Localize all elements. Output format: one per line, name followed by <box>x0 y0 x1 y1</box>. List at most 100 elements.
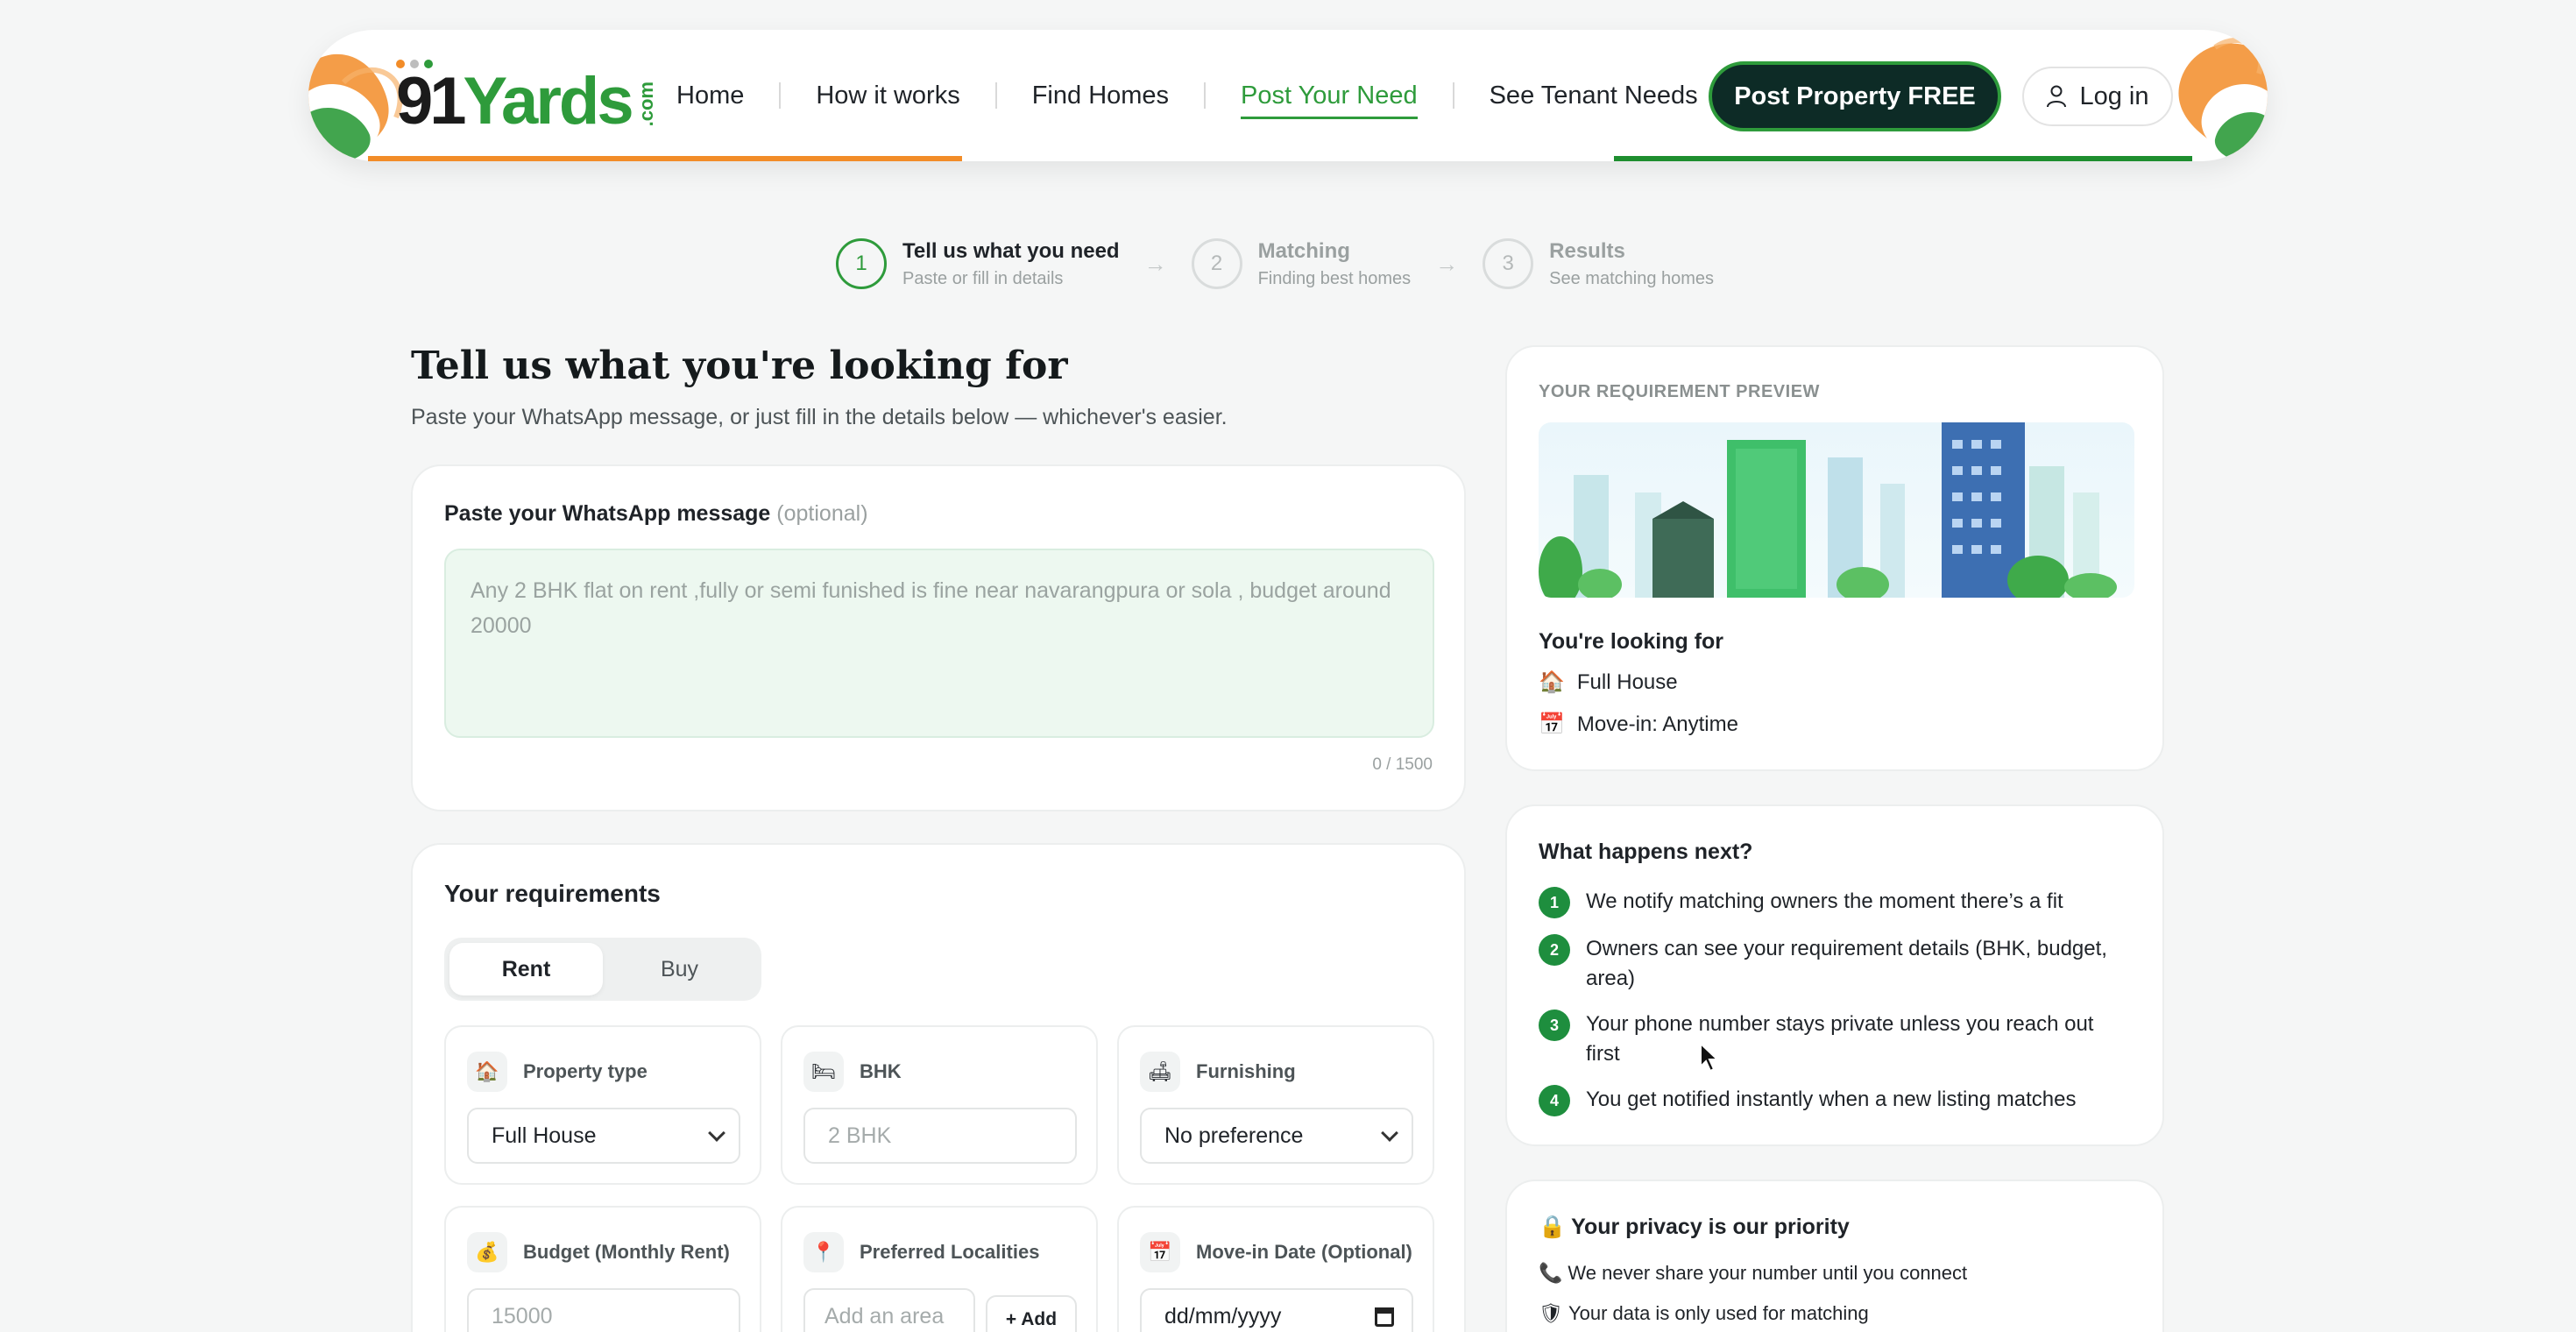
requirements-card: Your requirements Rent Buy 🏠 Property ty… <box>411 843 1466 1332</box>
login-label: Log in <box>2079 81 2149 110</box>
next-title: What happens next? <box>1539 840 1753 864</box>
next-step-item: 3 Your phone number stays private unless… <box>1539 1010 2117 1069</box>
privacy-text: We never share your number until you con… <box>1568 1262 1968 1284</box>
next-step-item: 4 You get notified instantly when a new … <box>1539 1085 2117 1116</box>
progress-stepper: 1 Tell us what you need Paste or fill in… <box>836 238 1714 289</box>
step-badge: 1 <box>1539 887 1570 918</box>
field-label: Furnishing <box>1196 1060 1296 1082</box>
step-number: 3 <box>1483 238 1534 289</box>
select-value: No preference <box>1164 1123 1304 1148</box>
house-icon: 🏠 <box>467 1052 507 1092</box>
next-step-text: Your phone number stays private unless y… <box>1586 1012 2094 1066</box>
add-locality-button[interactable]: + Add <box>986 1295 1077 1332</box>
privacy-item: 📞 We never share your number until you c… <box>1539 1262 1967 1285</box>
requirements-title: Your requirements <box>444 880 661 907</box>
chevron-down-icon <box>708 1124 725 1142</box>
login-button[interactable]: Log in <box>2022 67 2173 126</box>
logo[interactable]: 91 Yards .com <box>396 67 658 137</box>
page-subtitle: Paste your WhatsApp message, or just fil… <box>411 405 1228 429</box>
nav-home[interactable]: Home <box>676 81 779 110</box>
step-2: 2 Matching Finding best homes <box>1191 238 1412 289</box>
step-subtitle: Finding best homes <box>1257 268 1412 288</box>
nav-post-your-need[interactable]: Post Your Need <box>1206 81 1453 119</box>
mouse-cursor-icon <box>1700 1043 1719 1073</box>
move-in-date-input[interactable]: dd/mm/yyyy <box>1140 1288 1413 1332</box>
house-icon: 🏠 <box>1539 670 1565 694</box>
next-step-item: 1 We notify matching owners the moment t… <box>1539 887 2117 918</box>
step-title: Matching <box>1257 238 1350 263</box>
page-title: Tell us what you're looking for <box>411 344 1068 388</box>
bhk-input[interactable]: 2 BHK <box>803 1108 1077 1164</box>
budget-input[interactable]: 15000 <box>467 1288 740 1332</box>
field-label: Move-in Date (Optional) <box>1196 1241 1412 1263</box>
site-header: 91 Yards .com Home How it works Find Hom… <box>308 30 2268 161</box>
chevron-down-icon <box>1381 1124 1398 1142</box>
field-label: Budget (Monthly Rent) <box>523 1241 730 1263</box>
move-in-date-field: 📅 Move-in Date (Optional) dd/mm/yyyy <box>1117 1206 1434 1332</box>
logo-number: 91 <box>396 64 467 138</box>
next-step-text: You get notified instantly when a new li… <box>1586 1088 2077 1111</box>
main-nav: Home How it works Find Homes Post Your N… <box>676 30 1733 161</box>
step-number: 1 <box>836 238 887 289</box>
shield-icon: 🛡 <box>1539 1302 1563 1324</box>
privacy-card: 🔒 Your privacy is our priority 📞 We neve… <box>1505 1180 2164 1332</box>
arrow-right-icon: → <box>1143 250 1167 277</box>
budget-field: 💰 Budget (Monthly Rent) 15000 <box>444 1206 761 1332</box>
step-badge: 4 <box>1539 1085 1570 1116</box>
paste-optional-tag: (optional) <box>776 501 868 526</box>
step-badge: 2 <box>1539 934 1570 966</box>
user-icon <box>2047 85 2067 108</box>
header-saffron-stripe <box>368 156 962 161</box>
furnishing-field: 🛋 Furnishing No preference <box>1117 1025 1434 1185</box>
requirement-preview-card: YOUR REQUIREMENT PREVIEW You're looking … <box>1505 345 2164 771</box>
privacy-item: 🛡 Your data is only used for matching <box>1539 1302 1869 1325</box>
field-label: Property type <box>523 1060 648 1082</box>
calendar-icon: 📅 <box>1140 1232 1180 1272</box>
calendar-picker-icon[interactable] <box>1375 1307 1394 1327</box>
preview-label: YOUR REQUIREMENT PREVIEW <box>1539 382 1820 401</box>
privacy-text: Your data is only used for matching <box>1568 1302 1869 1324</box>
paste-label-text: Paste your WhatsApp message <box>444 501 771 526</box>
nav-see-tenant-needs[interactable]: See Tenant Needs <box>1454 81 1733 110</box>
next-step-text: We notify matching owners the moment the… <box>1586 889 2063 913</box>
header-green-stripe <box>1614 156 2192 161</box>
step-number: 2 <box>1191 238 1242 289</box>
preview-move-in: 📅 Move-in: Anytime <box>1539 712 1738 737</box>
what-happens-next-card: What happens next? 1 We notify matching … <box>1505 804 2164 1146</box>
nav-find-homes[interactable]: Find Homes <box>997 81 1204 110</box>
money-bag-icon: 💰 <box>467 1232 507 1272</box>
step-3: 3 Results See matching homes <box>1483 238 1714 289</box>
step-badge: 3 <box>1539 1010 1570 1041</box>
property-type-field: 🏠 Property type Full House <box>444 1025 761 1185</box>
date-placeholder: dd/mm/yyyy <box>1164 1303 1282 1328</box>
buy-option[interactable]: Buy <box>603 943 756 995</box>
step-subtitle: Paste or fill in details <box>902 268 1064 288</box>
whatsapp-paste-card: Paste your WhatsApp message (optional) A… <box>411 464 1466 811</box>
paste-label: Paste your WhatsApp message (optional) <box>444 501 868 527</box>
bhk-field: 🛏 BHK 2 BHK <box>781 1025 1098 1185</box>
whatsapp-message-input[interactable]: Any 2 BHK flat on rent ,fully or semi fu… <box>444 549 1434 738</box>
locality-input[interactable]: Add an area <box>803 1288 975 1332</box>
localities-field: 📍 Preferred Localities Add an area + Add <box>781 1206 1098 1332</box>
privacy-title: 🔒 Your privacy is our priority <box>1539 1215 1850 1240</box>
step-subtitle: See matching homes <box>1549 268 1715 288</box>
post-property-button[interactable]: Post Property FREE <box>1709 61 2001 131</box>
furnishing-select[interactable]: No preference <box>1140 1108 1413 1164</box>
logo-name: Yards <box>463 64 634 138</box>
rent-option[interactable]: Rent <box>449 943 603 995</box>
city-skyline-illustration <box>1539 422 2134 598</box>
privacy-title-text: Your privacy is our priority <box>1571 1215 1850 1239</box>
property-type-select[interactable]: Full House <box>467 1108 740 1164</box>
char-count: 0 / 1500 <box>1372 755 1433 774</box>
city-skyline-icon <box>1539 422 2134 598</box>
lock-icon: 🔒 <box>1539 1215 1567 1239</box>
field-label: Preferred Localities <box>860 1241 1040 1263</box>
step-1: 1 Tell us what you need Paste or fill in… <box>836 238 1120 289</box>
sofa-icon: 🛋 <box>1140 1052 1180 1092</box>
preview-property-type: 🏠 Full House <box>1539 670 1678 695</box>
arrow-right-icon: → <box>1435 250 1459 277</box>
preview-value: Full House <box>1576 670 1678 694</box>
select-value: Full House <box>492 1123 597 1148</box>
nav-how-it-works[interactable]: How it works <box>781 81 994 110</box>
step-title: Results <box>1549 238 1625 263</box>
